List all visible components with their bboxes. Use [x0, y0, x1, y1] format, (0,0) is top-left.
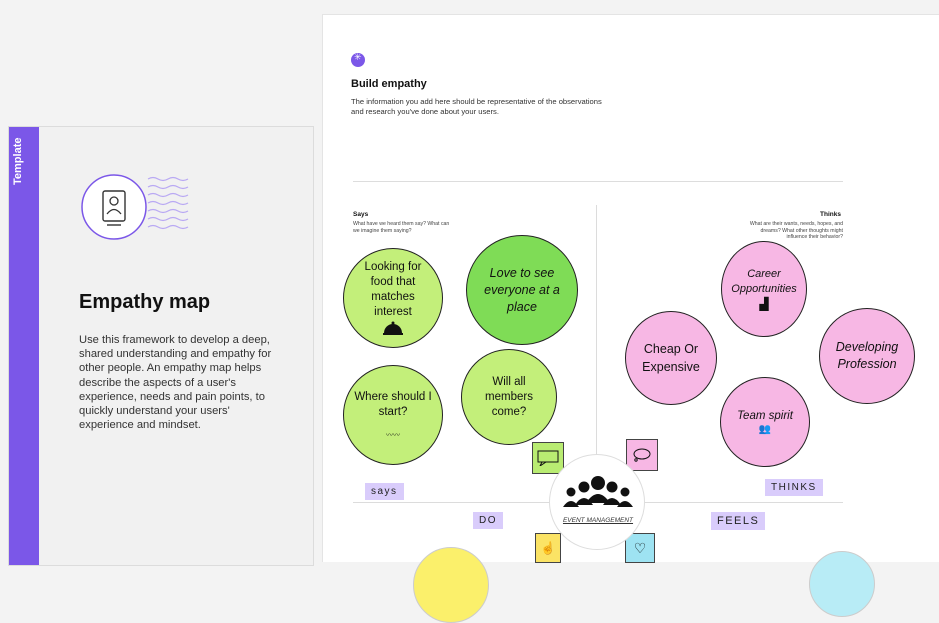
bubble-where-start[interactable]: Where should I start? 〰〰 — [343, 365, 443, 465]
build-empathy-marker-icon — [351, 52, 365, 67]
do-sticky-icon[interactable]: ☝ — [535, 533, 561, 563]
do-bubble-partial[interactable] — [413, 547, 489, 623]
bubble-text: Developing Profession — [835, 340, 899, 371]
group-people-icon — [563, 476, 633, 507]
vertical-axis — [596, 205, 597, 455]
says-title: Says — [353, 211, 369, 218]
thinks-sticky-icon[interactable] — [626, 439, 658, 471]
bubble-love-to-see[interactable]: Love to see everyone at a place — [466, 235, 578, 345]
event-management-center[interactable]: EVENT MANAGEMENT — [549, 454, 645, 550]
thinks-subtitle: What are their wants, needs, hopes, and … — [749, 221, 843, 240]
bubble-developing[interactable]: Developing Profession — [819, 308, 915, 404]
feels-tag[interactable]: FEELS — [711, 512, 766, 530]
bubble-cheap[interactable]: Cheap Or Expensive — [625, 311, 717, 405]
stairs-icon: ▟ — [759, 297, 769, 311]
divider — [353, 181, 843, 182]
sparkles-icon: 〰〰 — [386, 432, 400, 439]
bubble-text: Looking for food that matches interest — [364, 261, 422, 318]
thinks-title: Thinks — [820, 211, 841, 218]
feels-sticky-icon[interactable]: ♡ — [625, 533, 655, 563]
bubble-looking-for-food[interactable]: Looking for food that matches interest — [343, 248, 443, 348]
bubble-will-all[interactable]: Will all members come? — [461, 349, 557, 445]
card-title: Empathy map — [79, 291, 211, 313]
bubble-text: Where should I start? — [354, 391, 432, 418]
bubble-text: Team spirit — [737, 410, 793, 422]
template-tab[interactable]: Template — [9, 127, 39, 565]
cloche-icon — [383, 321, 403, 335]
bubble-career[interactable]: Career Opportunities ▟ — [721, 241, 807, 337]
do-tag[interactable]: DO — [473, 512, 503, 529]
team-icon: 👥 — [758, 424, 772, 435]
build-empathy-description: The information you add here should be r… — [351, 97, 602, 116]
template-card: Template Empathy map Use this framework … — [8, 126, 314, 566]
bubble-text: Career Opportunities — [731, 268, 797, 295]
says-subtitle: What have we heard them say? What can we… — [353, 221, 450, 234]
bubble-text: Love to see everyone at a place — [484, 265, 560, 314]
bubble-text: Will all members come? — [485, 375, 533, 418]
says-tag[interactable]: says — [365, 483, 404, 500]
thinks-tag[interactable]: THINKS — [765, 479, 823, 496]
bubble-text: Cheap Or Expensive — [642, 342, 700, 374]
says-sticky-icon[interactable] — [532, 442, 564, 474]
bubble-team-spirit[interactable]: Team spirit 👥 — [720, 377, 810, 467]
empathy-map-hero-icon — [81, 174, 189, 240]
center-label: EVENT MANAGEMENT — [562, 517, 634, 524]
template-tab-label: Template — [12, 137, 24, 185]
build-empathy-title: Build empathy — [351, 78, 427, 90]
card-description: Use this framework to develop a deep, sh… — [79, 334, 272, 432]
whiteboard-canvas[interactable]: Build empathy The information you add he… — [322, 14, 939, 623]
